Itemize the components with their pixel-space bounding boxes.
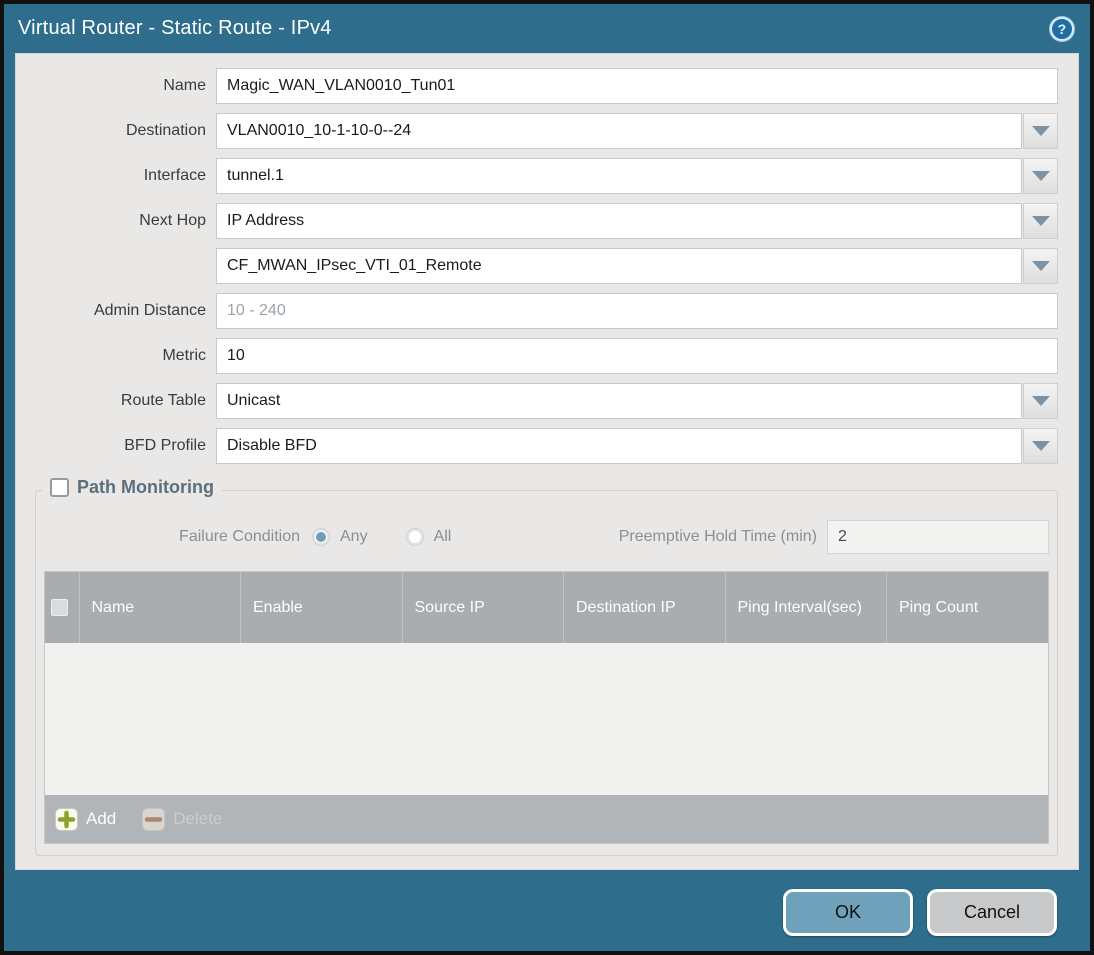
name-label: Name bbox=[163, 77, 206, 94]
name-input[interactable] bbox=[216, 68, 1058, 104]
failure-condition-all-option[interactable]: All bbox=[405, 528, 452, 546]
path-monitoring-checkbox[interactable] bbox=[50, 478, 69, 497]
chevron-down-icon bbox=[1031, 216, 1050, 226]
failure-condition-row: Failure Condition Any All Preemptive Hol… bbox=[44, 519, 1049, 555]
add-button[interactable]: Add bbox=[55, 807, 117, 831]
radio-any-icon[interactable] bbox=[312, 528, 330, 546]
help-icon[interactable]: ? bbox=[1048, 15, 1076, 43]
destination-label: Destination bbox=[125, 122, 206, 139]
form-row-metric: Metric bbox=[16, 338, 1058, 374]
column-header-source-ip[interactable]: Source IP bbox=[402, 572, 564, 643]
bfd-profile-dropdown-button[interactable] bbox=[1023, 428, 1058, 464]
select-all-checkbox[interactable] bbox=[51, 599, 68, 616]
select-all-column bbox=[45, 572, 80, 643]
form-row-bfd-profile: BFD Profile bbox=[16, 428, 1058, 464]
radio-any-label: Any bbox=[340, 528, 368, 545]
path-monitoring-legend: Path Monitoring bbox=[42, 477, 222, 498]
form-row-interface: Interface bbox=[16, 158, 1058, 194]
preemptive-hold-time-label: Preemptive Hold Time (min) bbox=[618, 528, 817, 545]
form-row-route-table: Route Table bbox=[16, 383, 1058, 419]
route-table-label: Route Table bbox=[120, 392, 206, 409]
chevron-down-icon bbox=[1031, 396, 1050, 406]
bfd-profile-input[interactable] bbox=[216, 428, 1022, 464]
next-hop-type-input[interactable] bbox=[216, 203, 1022, 239]
table-footer: Add Delete bbox=[45, 795, 1048, 843]
plus-icon bbox=[55, 807, 78, 831]
interface-label: Interface bbox=[143, 167, 206, 184]
route-table-dropdown-button[interactable] bbox=[1023, 383, 1058, 419]
dialog-titlebar: Virtual Router - Static Route - IPv4 ? bbox=[4, 4, 1090, 53]
path-monitoring-table: Name Enable Source IP Destination IP Pin… bbox=[44, 571, 1049, 844]
minus-icon bbox=[142, 807, 166, 831]
radio-all-label: All bbox=[433, 528, 452, 545]
path-monitoring-group: Path Monitoring Failure Condition Any Al… bbox=[35, 477, 1058, 856]
column-header-enable[interactable]: Enable bbox=[240, 572, 403, 643]
destination-dropdown-button[interactable] bbox=[1023, 113, 1058, 149]
form-row-destination: Destination bbox=[16, 113, 1058, 149]
column-header-destination-ip[interactable]: Destination IP bbox=[563, 572, 726, 643]
destination-input[interactable] bbox=[216, 113, 1022, 149]
ok-button[interactable]: OK bbox=[783, 889, 913, 936]
table-header-row: Name Enable Source IP Destination IP Pin… bbox=[45, 572, 1048, 643]
chevron-down-icon bbox=[1031, 261, 1050, 271]
cancel-button[interactable]: Cancel bbox=[927, 889, 1057, 936]
admin-distance-label: Admin Distance bbox=[93, 302, 206, 319]
delete-button: Delete bbox=[142, 807, 223, 831]
form-row-next-hop-address bbox=[16, 248, 1058, 284]
column-header-ping-interval[interactable]: Ping Interval(sec) bbox=[725, 572, 887, 643]
form-row-admin-distance: Admin Distance bbox=[16, 293, 1058, 329]
column-header-ping-count[interactable]: Ping Count bbox=[886, 572, 1048, 643]
dialog-footer: OK Cancel bbox=[4, 874, 1090, 951]
dialog-content: Name Destination Interface bbox=[15, 53, 1079, 870]
chevron-down-icon bbox=[1031, 441, 1050, 451]
static-route-dialog: Virtual Router - Static Route - IPv4 ? N… bbox=[0, 0, 1094, 955]
preemptive-hold-time-input[interactable] bbox=[827, 520, 1049, 554]
next-hop-label: Next Hop bbox=[139, 212, 206, 229]
form-row-name: Name bbox=[16, 68, 1058, 104]
route-table-input[interactable] bbox=[216, 383, 1022, 419]
next-hop-type-dropdown-button[interactable] bbox=[1023, 203, 1058, 239]
form-row-next-hop: Next Hop bbox=[16, 203, 1058, 239]
next-hop-address-input[interactable] bbox=[216, 248, 1022, 284]
chevron-down-icon bbox=[1031, 126, 1050, 136]
interface-dropdown-button[interactable] bbox=[1023, 158, 1058, 194]
interface-input[interactable] bbox=[216, 158, 1022, 194]
column-header-name[interactable]: Name bbox=[79, 572, 241, 643]
table-empty-body bbox=[45, 643, 1048, 795]
bfd-profile-label: BFD Profile bbox=[124, 437, 206, 454]
failure-condition-label: Failure Condition bbox=[179, 528, 300, 545]
add-button-label: Add bbox=[86, 809, 117, 828]
metric-input[interactable] bbox=[216, 338, 1058, 374]
path-monitoring-title: Path Monitoring bbox=[77, 477, 214, 497]
dialog-title: Virtual Router - Static Route - IPv4 bbox=[18, 17, 332, 39]
admin-distance-input[interactable] bbox=[216, 293, 1058, 329]
next-hop-address-dropdown-button[interactable] bbox=[1023, 248, 1058, 284]
failure-condition-any-option[interactable]: Any bbox=[312, 528, 368, 546]
radio-all-icon[interactable] bbox=[405, 528, 424, 546]
chevron-down-icon bbox=[1031, 171, 1050, 181]
metric-label: Metric bbox=[162, 347, 206, 364]
svg-text:?: ? bbox=[1058, 21, 1067, 37]
delete-button-label: Delete bbox=[173, 809, 223, 828]
